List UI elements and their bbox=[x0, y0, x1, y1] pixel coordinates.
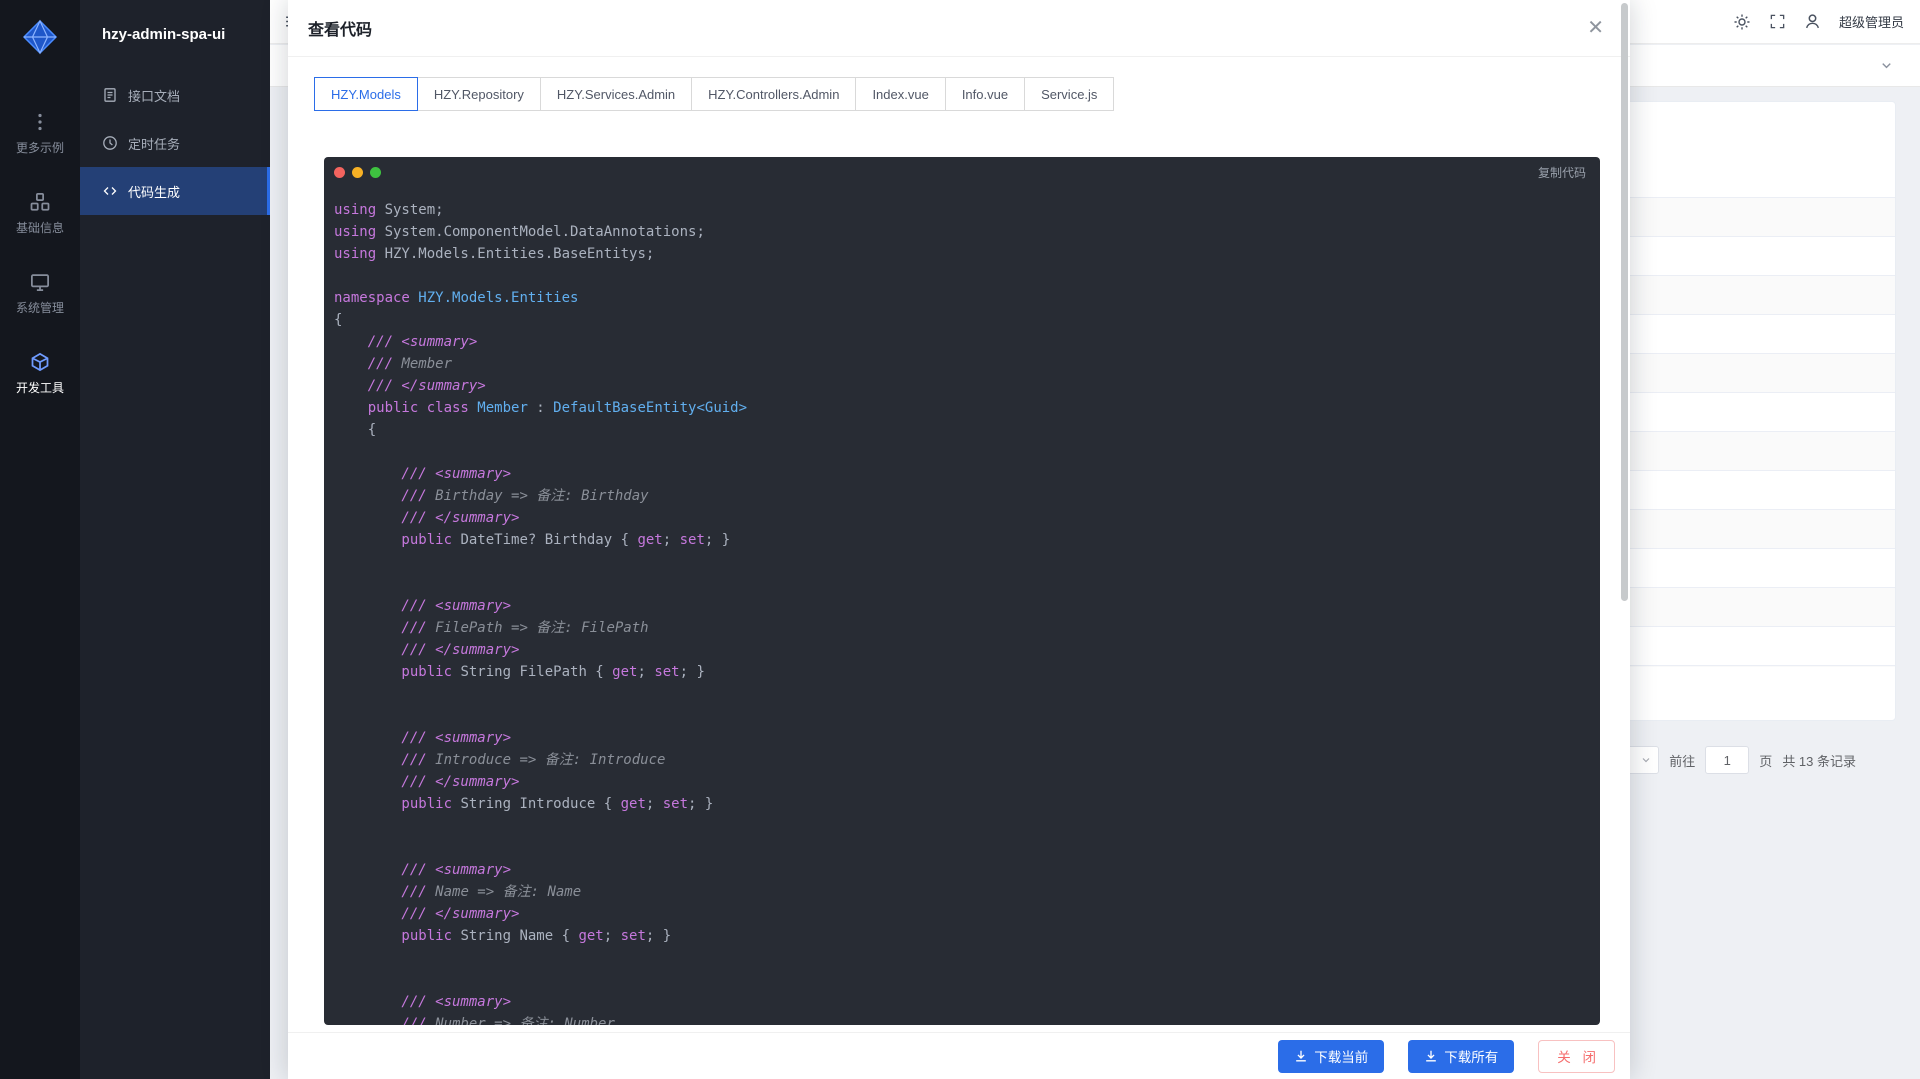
modal-header: 查看代码 ✕ bbox=[288, 0, 1630, 57]
menu-item-api-docs[interactable]: 接口文档 bbox=[80, 71, 270, 119]
sidebar-item-label: 开发工具 bbox=[16, 379, 64, 396]
logo-gem-icon bbox=[21, 18, 59, 56]
sidebar-item-dev-tools[interactable]: 开发工具 bbox=[0, 334, 80, 414]
document-icon bbox=[102, 87, 118, 103]
package-icon bbox=[30, 352, 50, 372]
modal-scrollbar[interactable] bbox=[1621, 3, 1628, 601]
sidebar-item-system-management[interactable]: 系统管理 bbox=[0, 254, 80, 334]
download-current-button[interactable]: 下载当前 bbox=[1278, 1040, 1384, 1073]
sidebar-item-basic-info[interactable]: 基础信息 bbox=[0, 174, 80, 254]
pagination-page-unit: 页 bbox=[1759, 751, 1772, 770]
download-icon bbox=[1294, 1049, 1308, 1063]
copy-code-button[interactable]: 复制代码 bbox=[1538, 164, 1586, 181]
menu-item-label: 代码生成 bbox=[128, 182, 180, 201]
download-all-button[interactable]: 下载所有 bbox=[1408, 1040, 1514, 1073]
secondary-sidebar: hzy-admin-spa-ui 接口文档 定时任务 bbox=[80, 0, 270, 1079]
menu-item-code-generation[interactable]: 代码生成 bbox=[80, 167, 270, 215]
close-icon[interactable]: ✕ bbox=[1581, 18, 1610, 38]
code-tab[interactable]: Service.js bbox=[1024, 77, 1114, 111]
secondary-menu: 接口文档 定时任务 代码生成 bbox=[80, 71, 270, 215]
sidebar-item-more-examples[interactable]: 更多示例 bbox=[0, 94, 80, 174]
view-code-modal: 查看代码 ✕ HZY.Models HZY.Repository HZY.Ser… bbox=[288, 0, 1630, 1079]
sidebar-item-label: 更多示例 bbox=[16, 139, 64, 156]
download-icon bbox=[1424, 1049, 1438, 1063]
menu-item-scheduled-tasks[interactable]: 定时任务 bbox=[80, 119, 270, 167]
ellipsis-icon bbox=[30, 112, 50, 132]
user-name[interactable]: 超级管理员 bbox=[1839, 12, 1904, 31]
monitor-icon bbox=[30, 272, 50, 292]
app-root: 更多示例 基础信息 系 bbox=[0, 0, 1920, 1079]
code-tab[interactable]: Info.vue bbox=[945, 77, 1025, 111]
menu-item-label: 定时任务 bbox=[128, 134, 180, 153]
code-tab[interactable]: Index.vue bbox=[855, 77, 945, 111]
window-dot-yellow-icon bbox=[352, 167, 363, 178]
grid-icon bbox=[30, 192, 50, 212]
modal-footer: 下载当前 下载所有 关 闭 bbox=[288, 1032, 1630, 1079]
sidebar-item-label: 系统管理 bbox=[16, 299, 64, 316]
code-toolbar: 复制代码 bbox=[324, 157, 1600, 187]
header-actions: 超级管理员 bbox=[1733, 12, 1904, 31]
primary-sidebar: 更多示例 基础信息 系 bbox=[0, 0, 80, 1079]
pagination-bar: 前往 页 共 13 条记录 bbox=[1601, 744, 1856, 776]
window-dot-green-icon bbox=[370, 167, 381, 178]
close-modal-button[interactable]: 关 闭 bbox=[1538, 1040, 1615, 1073]
project-title: hzy-admin-spa-ui bbox=[80, 0, 270, 43]
sidebar-item-label: 基础信息 bbox=[16, 219, 64, 236]
primary-nav: 更多示例 基础信息 系 bbox=[0, 94, 80, 414]
page-number-input[interactable] bbox=[1705, 746, 1749, 774]
menu-item-label: 接口文档 bbox=[128, 86, 180, 105]
user-avatar-icon[interactable] bbox=[1804, 13, 1821, 30]
code-content: using System;using System.ComponentModel… bbox=[324, 187, 1600, 1025]
code-tab[interactable]: HZY.Services.Admin bbox=[540, 77, 692, 111]
code-tab[interactable]: HZY.Models bbox=[314, 77, 418, 111]
code-panel: 复制代码 using System;using System.Component… bbox=[324, 157, 1600, 1025]
modal-title: 查看代码 bbox=[308, 16, 372, 40]
app-logo[interactable] bbox=[0, 0, 80, 74]
chevron-down-icon[interactable] bbox=[1879, 58, 1894, 73]
code-tab[interactable]: HZY.Repository bbox=[417, 77, 541, 111]
window-dot-red-icon bbox=[334, 167, 345, 178]
pagination-goto-label: 前往 bbox=[1669, 751, 1695, 770]
settings-gear-icon[interactable] bbox=[1733, 13, 1751, 31]
code-tab[interactable]: HZY.Controllers.Admin bbox=[691, 77, 856, 111]
pagination-total: 共 13 条记录 bbox=[1782, 751, 1856, 770]
clock-icon bbox=[102, 135, 118, 151]
code-tabs: HZY.Models HZY.Repository HZY.Services.A… bbox=[315, 77, 1114, 111]
code-icon bbox=[102, 183, 118, 199]
fullscreen-icon[interactable] bbox=[1769, 13, 1786, 30]
chevron-down-icon bbox=[1640, 754, 1652, 766]
